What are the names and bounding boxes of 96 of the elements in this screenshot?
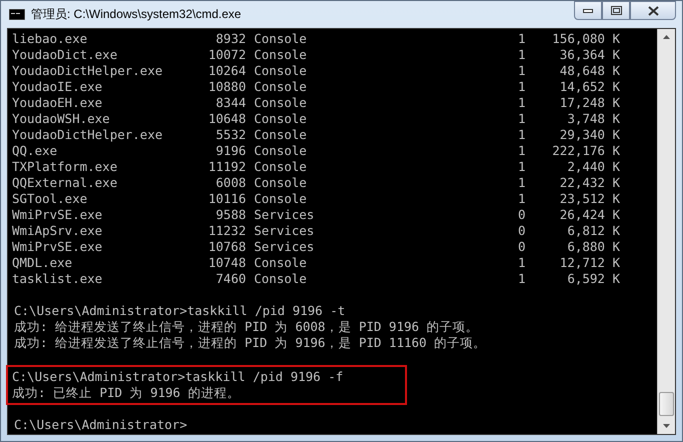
session-number: 1 bbox=[517, 127, 527, 143]
session-number: 1 bbox=[517, 95, 527, 111]
session-name: Services bbox=[254, 223, 316, 239]
process-name: QMDL.exe bbox=[12, 255, 74, 271]
scrollbar[interactable] bbox=[657, 29, 675, 434]
session-number: 0 bbox=[517, 207, 527, 223]
session-name: Console bbox=[254, 79, 308, 95]
memory-usage: 12,712 K bbox=[558, 255, 620, 271]
session-number: 1 bbox=[517, 191, 527, 207]
process-name: YoudaoDict.exe bbox=[12, 47, 118, 63]
memory-usage: 36,364 K bbox=[558, 47, 620, 63]
process-name: tasklist.exe bbox=[12, 271, 104, 287]
scroll-thumb[interactable] bbox=[659, 392, 674, 416]
session-name: Console bbox=[254, 47, 308, 63]
console-line: C:\Users\Administrator>taskkill /pid 9196 -f bbox=[12, 369, 344, 385]
process-pid: 6008 bbox=[214, 175, 246, 191]
minimize-button[interactable] bbox=[574, 1, 602, 20]
process-name: YoudaoWSH.exe bbox=[12, 111, 111, 127]
maximize-icon bbox=[610, 6, 622, 15]
session-number: 1 bbox=[517, 111, 527, 127]
session-number: 1 bbox=[517, 271, 527, 287]
session-name: Console bbox=[254, 31, 308, 47]
console-line: 成功: 给进程发送了终止信号，进程的 PID 为 6008，是 PID 9196 的子项。 bbox=[14, 319, 480, 335]
maximize-button[interactable] bbox=[602, 1, 630, 20]
memory-usage: 23,512 K bbox=[558, 191, 620, 207]
memory-usage: 3,748 K bbox=[566, 111, 620, 127]
process-pid: 11232 bbox=[207, 223, 246, 239]
process-pid: 7460 bbox=[214, 271, 246, 287]
process-name: QQ.exe bbox=[12, 143, 58, 159]
process-name: TXPlatform.exe bbox=[12, 159, 118, 175]
process-pid: 5532 bbox=[214, 127, 246, 143]
memory-usage: 29,340 K bbox=[558, 127, 620, 143]
session-name: Services bbox=[254, 239, 316, 255]
session-name: Console bbox=[254, 143, 308, 159]
session-name: Console bbox=[254, 127, 308, 143]
process-pid: 11192 bbox=[207, 159, 246, 175]
console-line: C:\Users\Administrator> bbox=[14, 417, 188, 433]
session-number: 1 bbox=[517, 175, 527, 191]
process-name: YoudaoDictHelper.exe bbox=[12, 63, 164, 79]
session-name: Console bbox=[254, 271, 308, 287]
process-name: YoudaoIE.exe bbox=[12, 79, 104, 95]
process-pid: 10648 bbox=[207, 111, 246, 127]
session-number: 1 bbox=[517, 47, 527, 63]
memory-usage: 156,080 K bbox=[551, 31, 620, 47]
process-pid: 10768 bbox=[207, 239, 246, 255]
session-name: Console bbox=[254, 95, 308, 111]
session-number: 0 bbox=[517, 239, 527, 255]
process-name: WmiPrvSE.exe bbox=[12, 239, 104, 255]
process-pid: 10880 bbox=[207, 79, 246, 95]
console-line: 成功: 已终止 PID 为 9196 的进程。 bbox=[12, 385, 241, 401]
memory-usage: 14,652 K bbox=[558, 79, 620, 95]
process-name: SGTool.exe bbox=[12, 191, 88, 207]
memory-usage: 6,812 K bbox=[566, 223, 620, 239]
process-pid: 10072 bbox=[207, 47, 246, 63]
memory-usage: 6,880 K bbox=[566, 239, 620, 255]
session-number: 1 bbox=[517, 143, 527, 159]
memory-usage: 17,248 K bbox=[558, 95, 620, 111]
process-pid: 9196 bbox=[214, 143, 246, 159]
process-name: WmiPrvSE.exe bbox=[12, 207, 104, 223]
session-number: 1 bbox=[517, 79, 527, 95]
session-number: 1 bbox=[517, 31, 527, 47]
console-line: C:\Users\Administrator>taskkill /pid 9196 -t bbox=[14, 303, 346, 319]
memory-usage: 48,648 K bbox=[558, 63, 620, 79]
close-icon bbox=[648, 6, 658, 16]
session-number: 0 bbox=[517, 223, 527, 239]
session-name: Console bbox=[254, 111, 308, 127]
process-name: QQExternal.exe bbox=[12, 175, 118, 191]
session-number: 1 bbox=[517, 159, 527, 175]
memory-usage: 222,176 K bbox=[551, 143, 620, 159]
process-name: WmiApSrv.exe bbox=[12, 223, 104, 239]
session-name: Console bbox=[254, 255, 308, 271]
process-name: YoudaoEH.exe bbox=[12, 95, 104, 111]
memory-usage: 26,424 K bbox=[558, 207, 620, 223]
session-name: Console bbox=[254, 159, 308, 175]
process-name: liebao.exe bbox=[12, 31, 88, 47]
minimize-icon bbox=[583, 8, 593, 12]
console-icon bbox=[9, 9, 25, 20]
session-number: 1 bbox=[517, 63, 527, 79]
process-pid: 10116 bbox=[207, 191, 246, 207]
console-line: 成功: 给进程发送了终止信号，进程的 PID 为 9196，是 PID 11160 的子项。 bbox=[14, 335, 486, 351]
process-pid: 10264 bbox=[207, 63, 246, 79]
session-name: Console bbox=[254, 175, 308, 191]
session-number: 1 bbox=[517, 255, 527, 271]
process-pid: 10748 bbox=[207, 255, 246, 271]
session-name: Services bbox=[254, 207, 316, 223]
window-title: 管理员: C:\Windows\system32\cmd.exe bbox=[31, 6, 242, 23]
memory-usage: 22,432 K bbox=[558, 175, 620, 191]
process-pid: 8344 bbox=[214, 95, 246, 111]
session-name: Console bbox=[254, 63, 308, 79]
memory-usage: 2,440 K bbox=[566, 159, 620, 175]
process-pid: 9588 bbox=[214, 207, 246, 223]
close-button[interactable] bbox=[630, 1, 676, 20]
session-name: Console bbox=[254, 191, 308, 207]
process-name: YoudaoDictHelper.exe bbox=[12, 127, 164, 143]
memory-usage: 6,592 K bbox=[566, 271, 620, 287]
process-pid: 8932 bbox=[214, 31, 246, 47]
